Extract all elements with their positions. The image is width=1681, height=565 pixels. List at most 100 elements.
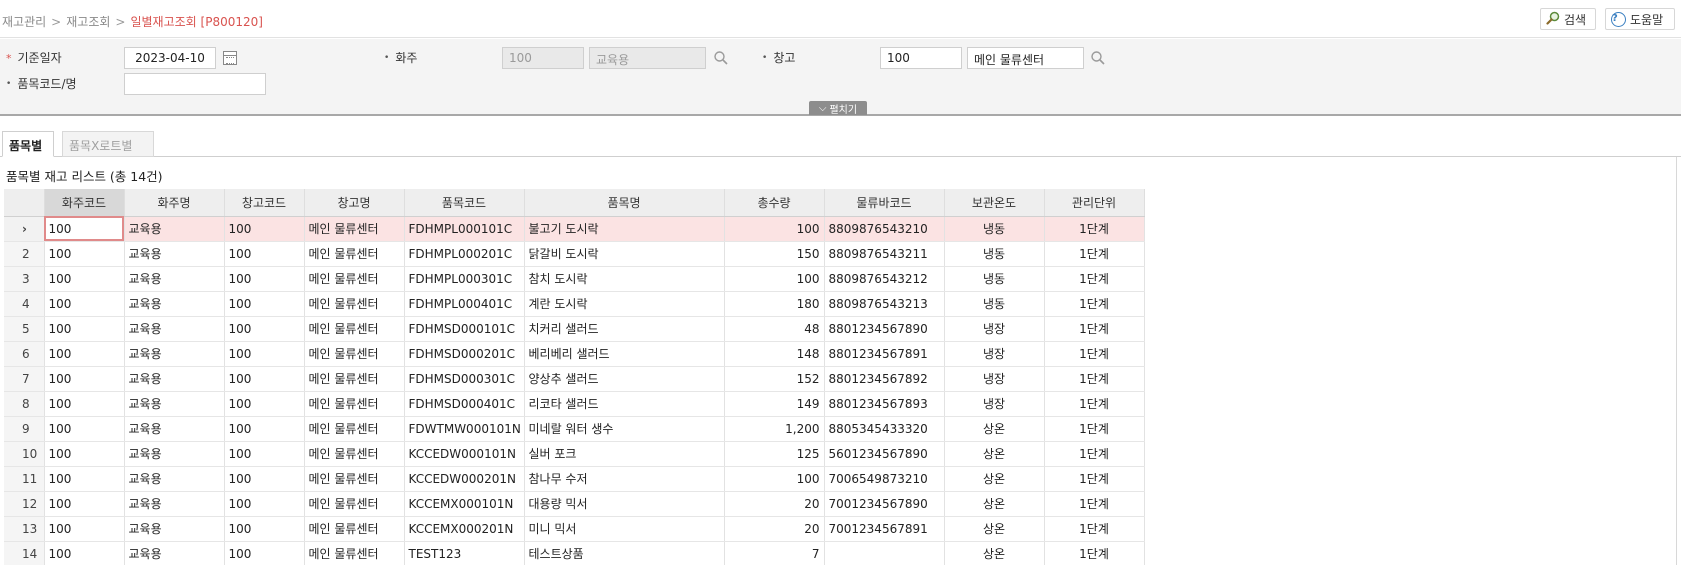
table-cell[interactable]: FDHMPL000201C <box>404 241 525 267</box>
table-cell[interactable]: 교육용 <box>124 341 225 367</box>
table-cell[interactable]: 100 <box>224 541 305 565</box>
table-cell[interactable]: 8805345433320 <box>824 416 945 442</box>
table-row[interactable]: 14 100 교육용 100 메인 물류센터 TEST123 테스트상품 7 상온 1단계 <box>4 541 1670 565</box>
table-cell[interactable]: 1단계 <box>1044 466 1145 492</box>
table-cell[interactable]: 메인 물류센터 <box>304 216 405 242</box>
table-cell[interactable]: 8801234567892 <box>824 366 945 392</box>
table-cell[interactable]: 152 <box>724 366 825 392</box>
table-cell[interactable]: 100 <box>224 391 305 417</box>
table-cell[interactable]: 교육용 <box>124 266 225 292</box>
warehouse-search-icon[interactable] <box>1090 50 1106 66</box>
table-cell[interactable]: FDWTMW000101N <box>404 416 525 442</box>
table-cell[interactable]: 메인 물류센터 <box>304 416 405 442</box>
table-cell[interactable]: 8809876543211 <box>824 241 945 267</box>
table-cell[interactable]: 테스트상품 <box>524 541 725 565</box>
table-cell[interactable]: 참치 도시락 <box>524 266 725 292</box>
table-cell[interactable]: 리코타 샐러드 <box>524 391 725 417</box>
column-header[interactable]: 관리단위 <box>1044 189 1145 217</box>
table-cell[interactable]: 100 <box>224 416 305 442</box>
table-cell[interactable]: 교육용 <box>124 316 225 342</box>
column-header[interactable]: 창고코드 <box>224 189 305 217</box>
table-cell[interactable]: 1단계 <box>1044 366 1145 392</box>
table-cell[interactable]: 1단계 <box>1044 341 1145 367</box>
table-cell[interactable]: 메인 물류센터 <box>304 341 405 367</box>
table-cell[interactable]: 149 <box>724 391 825 417</box>
table-cell[interactable]: 미네랄 워터 생수 <box>524 416 725 442</box>
table-cell[interactable]: 메인 물류센터 <box>304 241 405 267</box>
table-cell[interactable]: 150 <box>724 241 825 267</box>
table-cell[interactable]: 메인 물류센터 <box>304 266 405 292</box>
table-cell[interactable]: 100 <box>44 291 125 317</box>
table-cell[interactable]: 냉동 <box>944 291 1045 317</box>
table-cell[interactable]: 상온 <box>944 516 1045 542</box>
table-cell[interactable]: 1단계 <box>1044 316 1145 342</box>
table-cell[interactable]: 메인 물류센터 <box>304 366 405 392</box>
table-row[interactable]: 3 100 교육용 100 메인 물류센터 FDHMPL000301C 참치 도시락 100 8… <box>4 266 1670 292</box>
table-cell[interactable]: 교육용 <box>124 491 225 517</box>
warehouse-code-input[interactable]: 100 <box>880 47 962 69</box>
search-button[interactable]: 검색 <box>1540 8 1596 30</box>
table-cell[interactable]: 메인 물류센터 <box>304 441 405 467</box>
table-cell[interactable]: 100 <box>224 291 305 317</box>
table-cell[interactable]: 125 <box>724 441 825 467</box>
table-cell[interactable]: 180 <box>724 291 825 317</box>
table-cell[interactable]: 100 <box>224 441 305 467</box>
table-cell[interactable]: 교육용 <box>124 241 225 267</box>
table-cell[interactable]: 100 <box>224 491 305 517</box>
table-cell[interactable]: 메인 물류센터 <box>304 541 405 565</box>
table-cell[interactable]: 100 <box>44 441 125 467</box>
table-cell[interactable]: 1단계 <box>1044 266 1145 292</box>
table-cell[interactable] <box>824 541 945 565</box>
table-cell[interactable]: FDHMSD000201C <box>404 341 525 367</box>
table-cell[interactable]: 교육용 <box>124 441 225 467</box>
item-input[interactable] <box>124 73 266 95</box>
table-cell[interactable]: KCCEDW000101N <box>404 441 525 467</box>
column-header[interactable]: 품목코드 <box>404 189 525 217</box>
table-cell[interactable]: 100 <box>44 516 125 542</box>
column-header[interactable]: 창고명 <box>304 189 405 217</box>
expand-button[interactable]: ⌵ 펼치기 <box>809 101 867 116</box>
table-cell[interactable]: 7 <box>724 541 825 565</box>
tab-by-item[interactable]: 품목별 <box>2 131 54 157</box>
table-cell[interactable]: 상온 <box>944 466 1045 492</box>
table-cell[interactable]: 교육용 <box>124 466 225 492</box>
table-cell[interactable]: 상온 <box>944 541 1045 565</box>
table-cell[interactable]: 1단계 <box>1044 241 1145 267</box>
table-cell[interactable]: 20 <box>724 491 825 517</box>
table-cell[interactable]: 메인 물류센터 <box>304 316 405 342</box>
column-header[interactable]: 화주코드 <box>44 189 125 217</box>
table-cell[interactable]: 교육용 <box>124 291 225 317</box>
table-cell[interactable]: 100 <box>224 341 305 367</box>
table-cell[interactable]: 100 <box>44 541 125 565</box>
table-cell[interactable]: 메인 물류센터 <box>304 466 405 492</box>
table-cell[interactable]: 실버 포크 <box>524 441 725 467</box>
table-cell[interactable]: 교육용 <box>124 516 225 542</box>
table-cell[interactable]: 1단계 <box>1044 391 1145 417</box>
table-cell[interactable]: FDHMPL000101C <box>404 216 525 242</box>
table-cell[interactable]: 100 <box>44 391 125 417</box>
table-row[interactable]: 7 100 교육용 100 메인 물류센터 FDHMSD000301C 양상추 샐러드 152… <box>4 366 1670 392</box>
table-cell[interactable]: 100 <box>44 316 125 342</box>
table-cell[interactable]: 미니 믹서 <box>524 516 725 542</box>
table-cell[interactable]: 8809876543213 <box>824 291 945 317</box>
table-cell[interactable]: 메인 물류센터 <box>304 491 405 517</box>
calendar-icon[interactable] <box>223 51 237 65</box>
table-cell[interactable]: 100 <box>224 516 305 542</box>
table-cell[interactable]: 7006549873210 <box>824 466 945 492</box>
table-cell[interactable]: 148 <box>724 341 825 367</box>
table-row[interactable]: 12 100 교육용 100 메인 물류센터 KCCEMX000101N 대용량 믹서 20 7… <box>4 491 1670 517</box>
table-cell[interactable]: 1단계 <box>1044 541 1145 565</box>
table-cell[interactable]: 교육용 <box>124 391 225 417</box>
table-cell[interactable]: 100 <box>44 466 125 492</box>
table-cell[interactable]: 100 <box>44 216 125 242</box>
table-cell[interactable]: 8809876543210 <box>824 216 945 242</box>
table-cell[interactable]: 냉장 <box>944 341 1045 367</box>
table-cell[interactable]: FDHMSD000301C <box>404 366 525 392</box>
table-cell[interactable]: 냉장 <box>944 391 1045 417</box>
table-cell[interactable]: 상온 <box>944 416 1045 442</box>
column-header[interactable]: 품목명 <box>524 189 725 217</box>
table-cell[interactable]: 냉동 <box>944 266 1045 292</box>
column-header[interactable]: 물류바코드 <box>824 189 945 217</box>
help-button[interactable]: ? 도움말 <box>1605 8 1675 30</box>
table-row[interactable]: 13 100 교육용 100 메인 물류센터 KCCEMX000201N 미니 믹서 20 70… <box>4 516 1670 542</box>
